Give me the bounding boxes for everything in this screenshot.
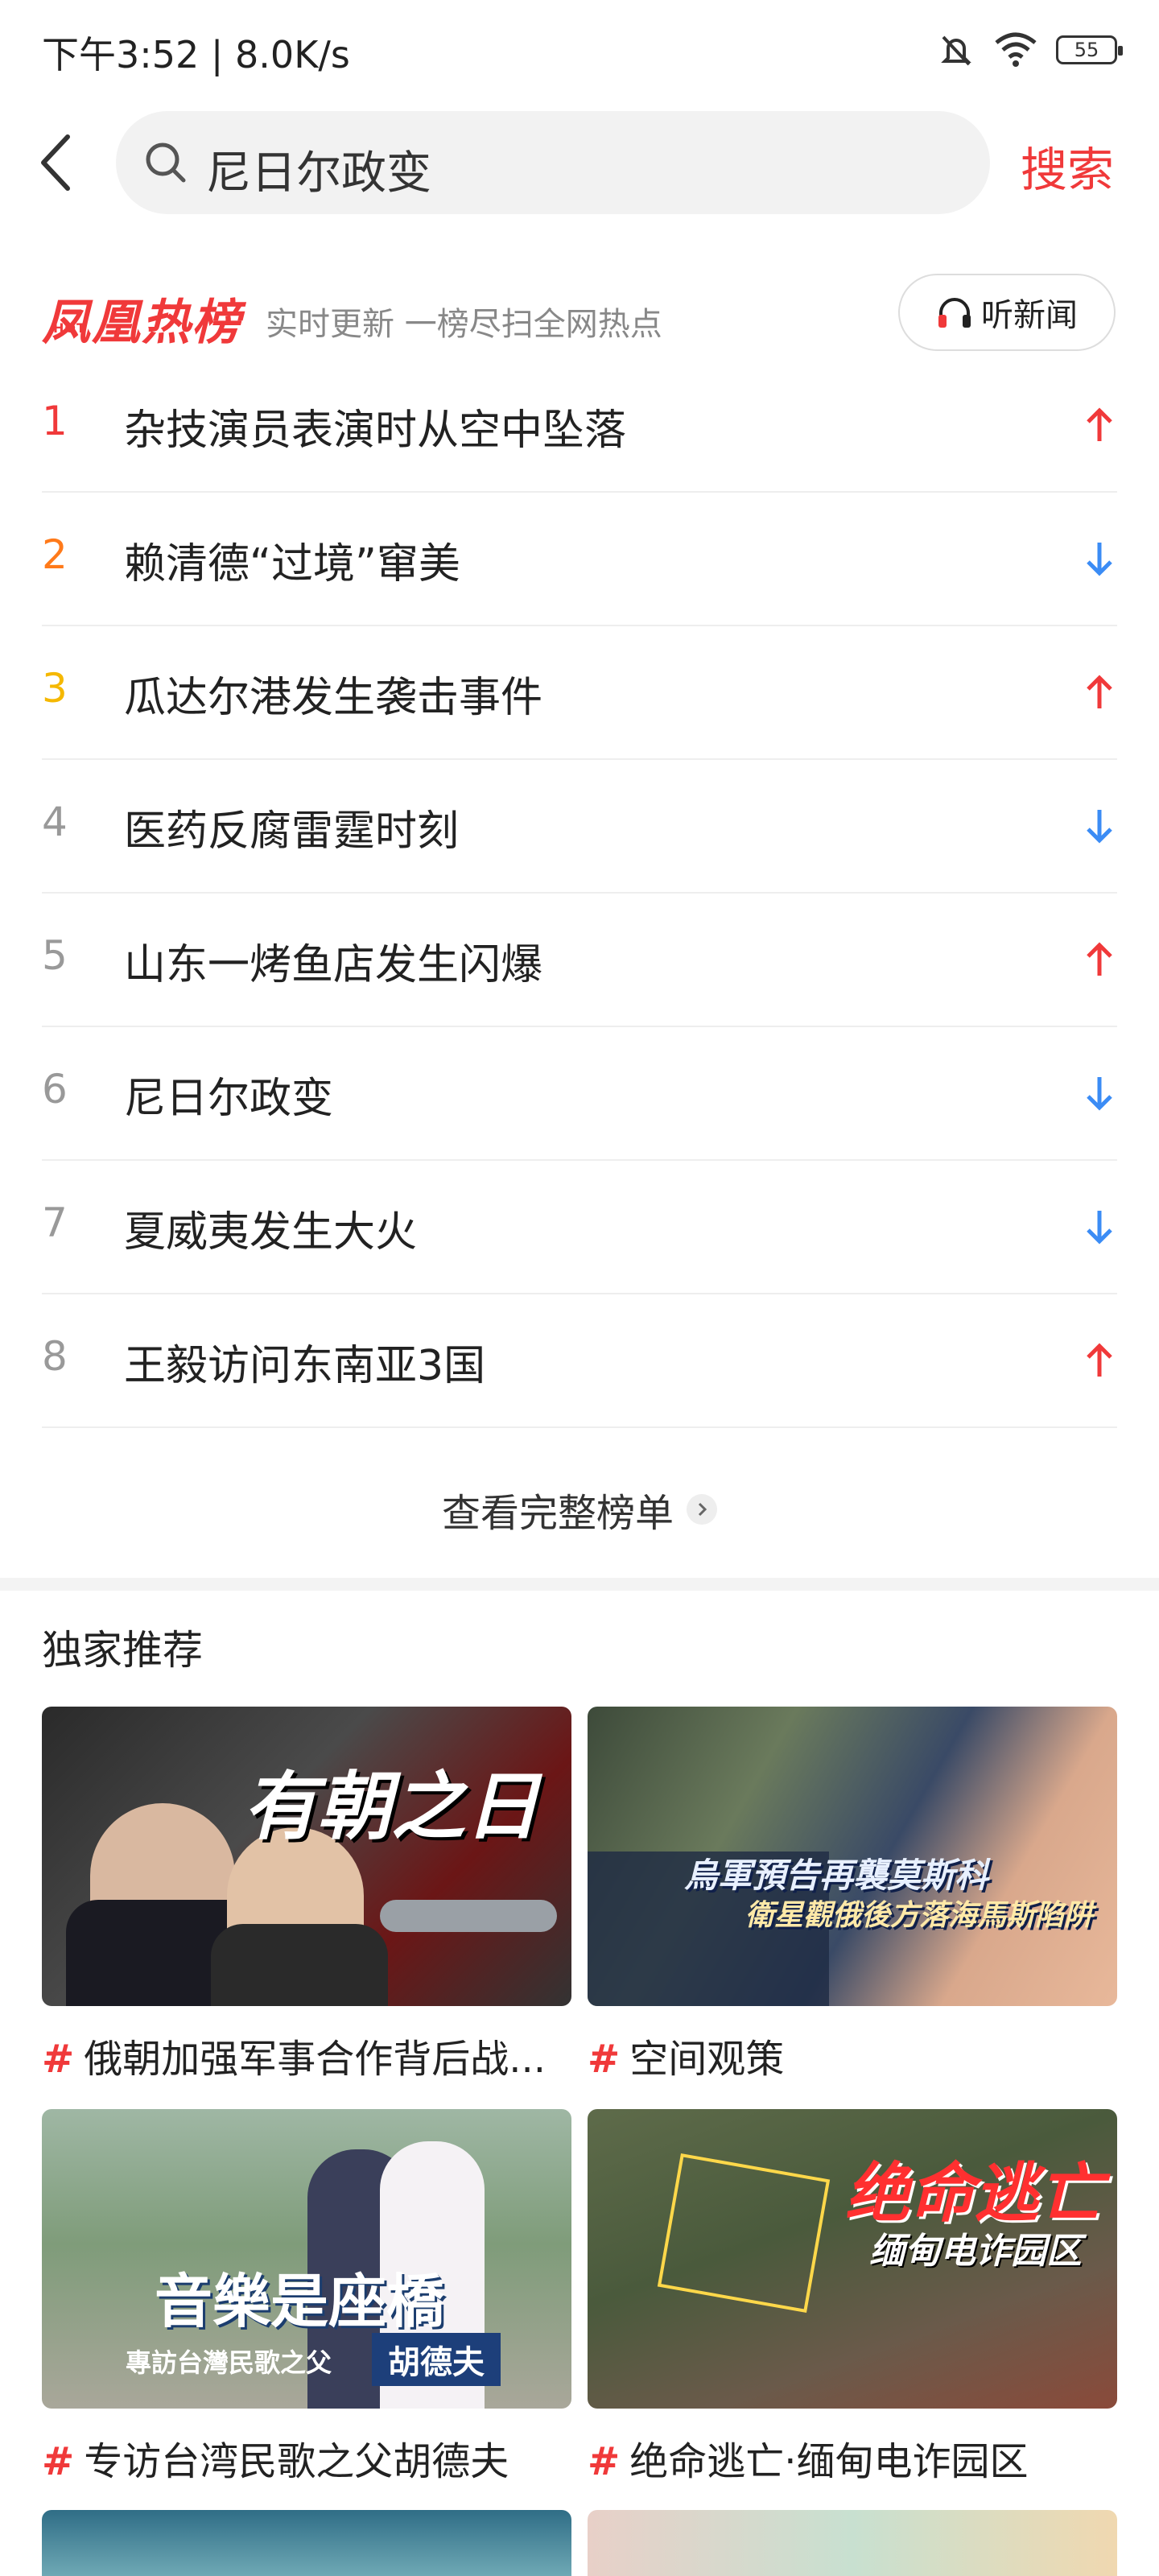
mute-icon [941,35,971,66]
search-button[interactable]: 搜索 [1021,132,1114,200]
card-overlay-text: 衛星觀俄後方落海馬斯陷阱 [745,1899,1094,1932]
hot-list-item[interactable]: 4 医药反腐雷霆时刻 [42,760,1117,894]
card-overlay-text: 有朝之日 [243,1764,540,1850]
section-title: 独家推荐 [42,1627,203,1674]
chevron-right-icon [687,1494,717,1525]
card-caption: # 专访台湾民歌之父胡德夫 [42,2429,571,2486]
hot-item-title: 夏威夷发生大火 [124,1208,418,1257]
card-overlay-text: 绝命逃亡 [845,2156,1103,2231]
hot-item-title: 尼日尔政变 [124,1075,334,1123]
hot-item-title: 医药反腐雷霆时刻 [124,807,460,856]
card-overlay-text: 專訪台灣民歌之父 [126,2347,332,2378]
wifi-icon [995,32,1037,67]
card-thumbnail: 音樂是座橋 專訪台灣民歌之父 胡德夫 [42,2109,571,2409]
recommend-card[interactable]: 绝命逃亡 缅甸电诈园区 # 绝命逃亡·缅甸电诈园区 [588,2109,1117,2484]
card-thumbnail: 烏軍預告再襲莫斯科 衛星觀俄後方落海馬斯陷阱 [588,1707,1117,2006]
card-overlay-text: 音樂是座橋 [155,2268,445,2335]
section-divider [0,1578,1159,1591]
search-icon [146,142,186,183]
rank-number: 3 [42,665,68,712]
hot-list-item[interactable]: 6 尼日尔政变 [42,1027,1117,1161]
search-input[interactable]: 尼日尔政变 [116,111,990,214]
arrow-up-icon [1087,942,1112,976]
hashtag-icon: # [588,2037,621,2082]
recommend-card-partial[interactable] [588,2510,1117,2576]
hot-item-title: 瓜达尔港发生袭击事件 [124,674,543,722]
listen-news-label: 听新闻 [981,297,1078,334]
card-overlay-text: 胡德夫 [372,2333,501,2386]
hot-list-logo: 凤凰热榜 HOT [42,283,241,353]
hot-list-item[interactable]: 5 山东一烤鱼店发生闪爆 [42,894,1117,1027]
hot-list-subtitle: 实时更新 一榜尽扫全网热点 [266,306,662,343]
status-icons: 55 [937,31,1123,69]
card-thumbnail: 有朝之日 [42,1707,571,2006]
hot-list-item[interactable]: 8 王毅访问东南亚3国 [42,1294,1117,1428]
arrow-down-icon [1087,1077,1112,1111]
hot-list-item[interactable]: 1 杂技演员表演时从空中坠落 [42,359,1117,493]
card-caption-text: 俄朝加强军事合作背后战... [84,2037,546,2082]
recommend-card[interactable]: 有朝之日 # 俄朝加强军事合作背后战... [42,1707,571,2082]
search-query: 尼日尔政变 [206,147,431,200]
recommend-card-partial[interactable] [42,2510,571,2576]
hashtag-icon: # [588,2439,621,2484]
arrow-down-icon [1087,810,1112,844]
hot-tag: HOT [53,320,86,336]
rank-number: 2 [42,531,68,578]
view-full-list-label: 查看完整榜单 [441,1491,674,1536]
listen-news-button[interactable]: 听新闻 [898,274,1116,351]
status-bar: 下午3:52 | 8.0K/s 55 [0,0,1159,103]
arrow-down-icon [1087,1211,1112,1245]
card-caption: # 绝命逃亡·缅甸电诈园区 [588,2429,1117,2486]
arrow-down-icon [1087,543,1112,576]
hot-list-item[interactable]: 2 赖清德“过境”窜美 [42,493,1117,626]
hashtag-icon: # [42,2439,75,2484]
card-overlay-text: 烏軍預告再襲莫斯科 [684,1856,989,1895]
hot-item-title: 赖清德“过境”窜美 [124,540,460,588]
recommend-card[interactable]: 音樂是座橋 專訪台灣民歌之父 胡德夫 # 专访台湾民歌之父胡德夫 [42,2109,571,2484]
rank-number: 8 [42,1333,68,1380]
card-caption: # 空间观策 [588,2027,1117,2083]
rank-number: 1 [42,398,68,444]
back-button[interactable] [32,129,84,196]
arrow-up-icon [1087,407,1112,441]
card-caption-text: 空间观策 [629,2037,785,2082]
arrow-up-icon [1087,1343,1112,1377]
chevron-left-icon [41,134,70,191]
rank-number: 5 [42,932,68,979]
hot-item-title: 杂技演员表演时从空中坠落 [124,407,627,455]
card-thumbnail: 绝命逃亡 缅甸电诈园区 [588,2109,1117,2409]
rank-number: 6 [42,1066,68,1113]
arrow-up-icon [1087,675,1112,708]
recommend-card[interactable]: 烏軍預告再襲莫斯科 衛星觀俄後方落海馬斯陷阱 # 空间观策 [588,1707,1117,2082]
hot-item-title: 王毅访问东南亚3国 [124,1342,486,1390]
hot-list-item[interactable]: 3 瓜达尔港发生袭击事件 [42,626,1117,760]
card-caption-text: 绝命逃亡·缅甸电诈园区 [629,2439,1029,2484]
hashtag-icon: # [42,2037,75,2082]
rank-number: 4 [42,799,68,845]
status-time: 下午3:52 | 8.0K/s [42,33,350,76]
hot-item-title: 山东一烤鱼店发生闪爆 [124,941,543,989]
view-full-list-button[interactable]: 查看完整榜单 [0,1441,1159,1578]
headphones-icon [938,298,971,328]
battery-icon: 55 [1056,35,1123,64]
rank-number: 7 [42,1199,68,1246]
hot-list-item[interactable]: 7 夏威夷发生大火 [42,1161,1117,1294]
card-caption-text: 专访台湾民歌之父胡德夫 [84,2439,509,2484]
card-overlay-text: 缅甸电诈园区 [869,2231,1082,2272]
card-caption: # 俄朝加强军事合作背后战... [42,2027,571,2083]
